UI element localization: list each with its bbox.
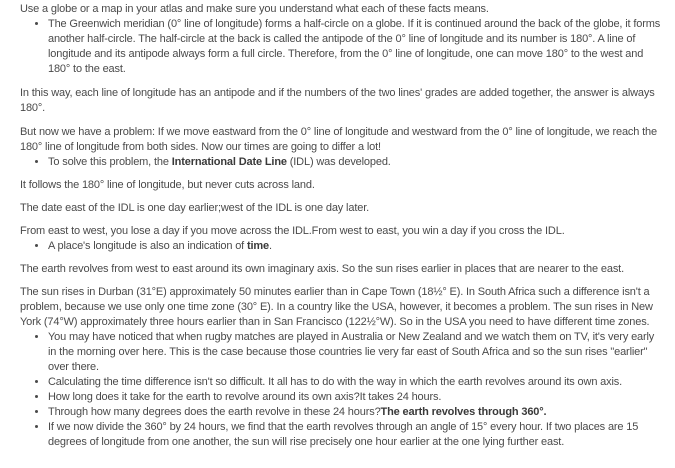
list-item-rugby: You may have noticed that when rugby mat… bbox=[48, 330, 663, 375]
list-item-degrees: Through how many degrees does the earth … bbox=[48, 405, 663, 420]
date-paragraph: The date east of the IDL is one day earl… bbox=[20, 202, 370, 214]
list-item-longitude: A place's longitude is also an indicatio… bbox=[48, 239, 663, 254]
degrees-text-before: Through how many degrees does the earth … bbox=[48, 406, 381, 418]
time-list: You may have noticed that when rugby mat… bbox=[20, 330, 663, 450]
longitude-bold: time bbox=[247, 240, 270, 252]
list-item-meridian: The Greenwich meridian (0° line of longi… bbox=[48, 17, 663, 77]
intro-paragraph: Use a globe or a map in your atlas and m… bbox=[20, 3, 489, 15]
idl-bold: International Date Line bbox=[171, 156, 287, 168]
problem-paragraph: But now we have a problem: If we move ea… bbox=[20, 126, 657, 153]
antipode-paragraph: In this way, each line of longitude has … bbox=[20, 87, 655, 114]
durban-paragraph: The sun rises in Durban (31°E) approxima… bbox=[20, 286, 653, 328]
list-item-how-long: How long does it take for the earth to r… bbox=[48, 390, 663, 405]
document-body: Use a globe or a map in your atlas and m… bbox=[0, 0, 663, 450]
longitude-text-after: . bbox=[269, 240, 272, 252]
revolves-paragraph: The earth revolves from west to east aro… bbox=[20, 263, 624, 275]
longitude-list: A place's longitude is also an indicatio… bbox=[20, 239, 663, 254]
follows-paragraph: It follows the 180° line of longitude, b… bbox=[20, 179, 315, 191]
idl-text-after: (IDL) was developed. bbox=[286, 156, 391, 168]
degrees-bold: The earth revolves through 360°. bbox=[380, 406, 547, 418]
idl-list: To solve this problem, the International… bbox=[20, 155, 663, 170]
list-item-divide: If we now divide the 360° by 24 hours, w… bbox=[48, 420, 663, 450]
meridian-list: The Greenwich meridian (0° line of longi… bbox=[20, 17, 663, 77]
list-item-idl: To solve this problem, the International… bbox=[48, 155, 663, 170]
idl-text-before: To solve this problem, the bbox=[48, 156, 172, 168]
list-item-calculating: Calculating the time difference isn't so… bbox=[48, 375, 663, 390]
east-west-paragraph: From east to west, you lose a day if you… bbox=[20, 225, 565, 237]
longitude-text-before: A place's longitude is also an indicatio… bbox=[48, 240, 247, 252]
